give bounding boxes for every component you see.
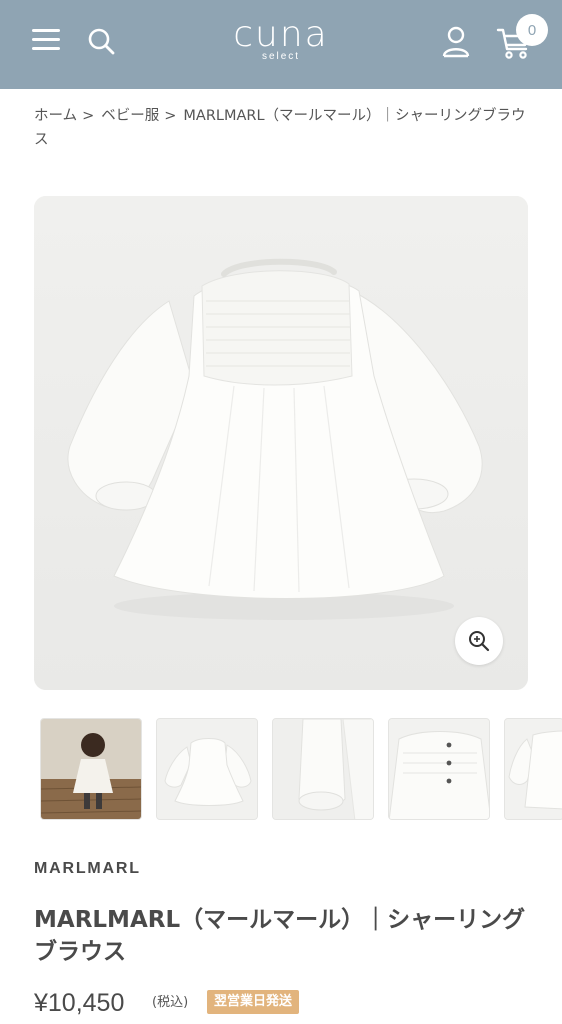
thumbnail-child-photo[interactable]	[40, 718, 142, 820]
thumbnail-back-photo[interactable]	[388, 718, 490, 820]
logo-wordmark: cuna	[233, 14, 329, 55]
site-logo[interactable]: cuna select	[221, 16, 341, 66]
product-price: ¥10,450	[34, 989, 125, 1017]
breadcrumb: ホーム > ベビー服 > MARLMARL（マールマール）｜シャーリングブラウス	[34, 104, 534, 152]
product-main-image[interactable]	[34, 196, 528, 690]
search-icon[interactable]	[86, 26, 118, 58]
site-header: cuna select 0	[0, 0, 562, 89]
thumbnail-partial-photo[interactable]	[504, 718, 562, 820]
zoom-button[interactable]	[455, 617, 503, 665]
thumbnail-front-photo[interactable]	[156, 718, 258, 820]
magnifier-plus-icon	[469, 631, 490, 652]
price-row: ¥10,450 (税込) 翌営業日発送	[34, 988, 534, 1018]
cart-count-badge: 0	[516, 14, 548, 46]
thumbnail-sleeve-photo[interactable]	[272, 718, 374, 820]
hamburger-menu-icon[interactable]	[32, 29, 62, 53]
thumbnail-strip	[40, 718, 562, 822]
breadcrumb-separator: >	[164, 108, 177, 124]
breadcrumb-category-link[interactable]: ベビー服	[101, 108, 159, 124]
breadcrumb-home-link[interactable]: ホーム	[34, 108, 77, 124]
shipping-badge: 翌営業日発送	[207, 990, 300, 1014]
breadcrumb-separator: >	[82, 108, 95, 124]
product-brand[interactable]: MARLMARL	[34, 860, 141, 878]
tax-note: (税込)	[152, 995, 189, 1010]
account-icon[interactable]	[439, 24, 473, 60]
white-blouse-illustration	[34, 196, 528, 690]
product-title: MARLMARL（マールマール）｜シャーリングブラウス	[34, 907, 526, 965]
